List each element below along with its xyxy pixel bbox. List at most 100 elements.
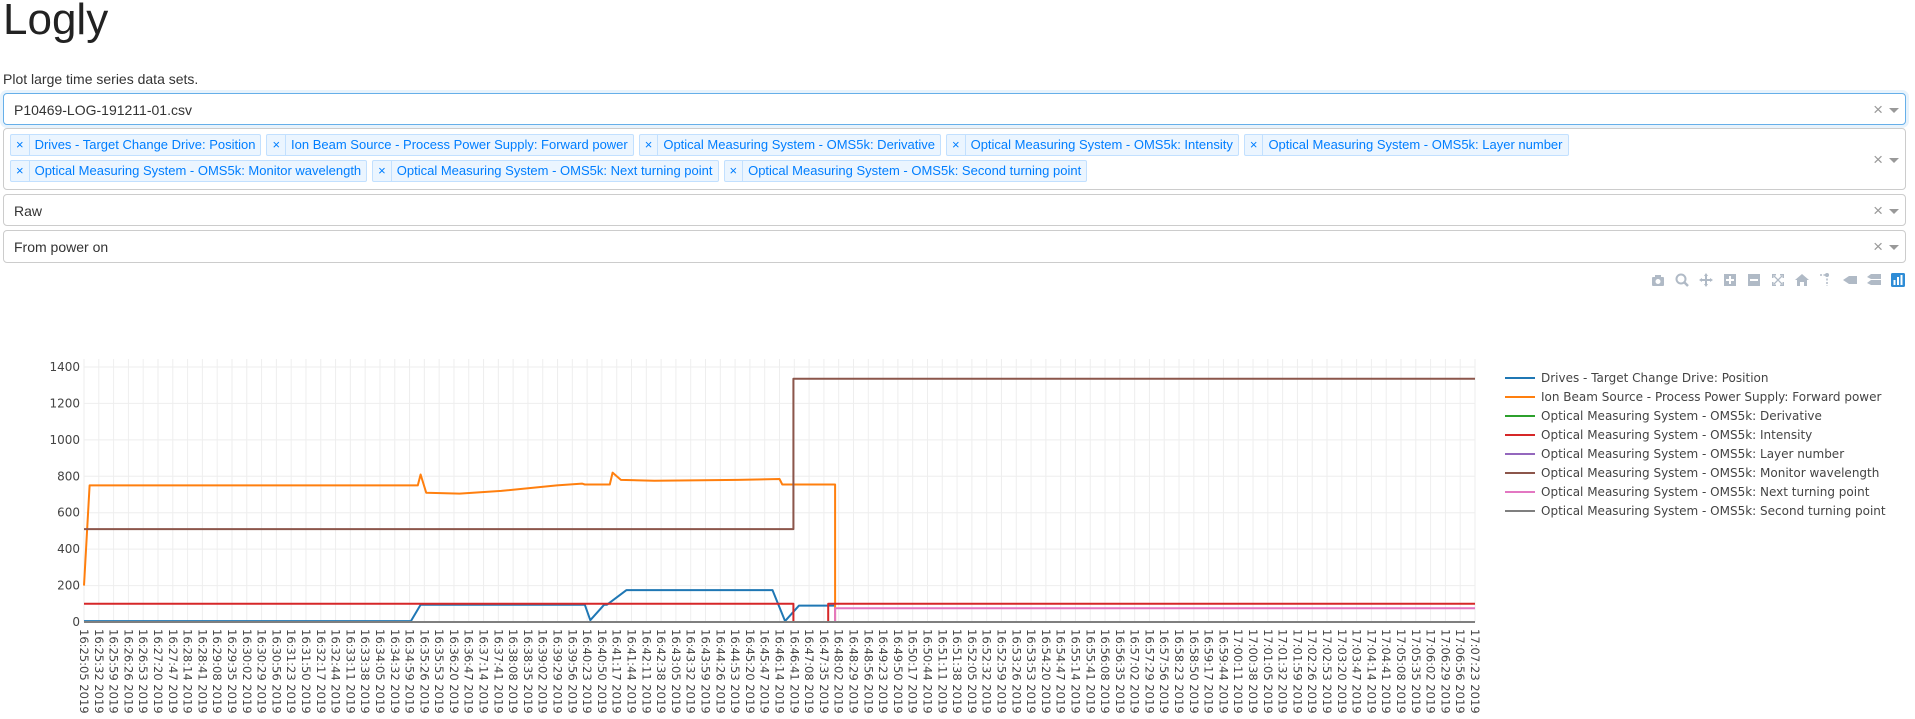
chip-remove-icon[interactable]: × xyxy=(11,135,30,155)
x-tick-label: 17:07:23 2019 xyxy=(1468,629,1482,714)
x-tick-label: 16:45:47 2019 xyxy=(758,629,772,714)
legend-label: Optical Measuring System - OMS5k: Deriva… xyxy=(1541,408,1822,423)
time-series-chart[interactable]: 020040060080010001200140016:25:05 2019 16… xyxy=(0,345,1490,719)
legend-item[interactable]: Optical Measuring System - OMS5k: Layer … xyxy=(1505,444,1886,463)
legend-swatch xyxy=(1505,395,1535,398)
plotly-logo-icon[interactable] xyxy=(1889,271,1907,289)
zoom-out-icon[interactable] xyxy=(1745,271,1763,289)
x-tick-label: 16:52:59 2019 xyxy=(994,629,1008,714)
camera-icon[interactable] xyxy=(1649,271,1667,289)
x-tick-label: 17:06:02 2019 xyxy=(1424,629,1438,714)
x-tick-label: 16:26:53 2019 xyxy=(136,629,150,714)
legend-label: Optical Measuring System - OMS5k: Next t… xyxy=(1541,484,1870,499)
x-tick-label: 16:57:02 2019 xyxy=(1128,629,1142,714)
chart-legend: Drives - Target Change Drive: Position Io… xyxy=(1505,368,1886,520)
signal-chip: × Optical Measuring System - OMS5k: Deriv… xyxy=(638,134,941,156)
legend-label: Optical Measuring System - OMS5k: Monito… xyxy=(1541,465,1880,480)
hover-closest-icon[interactable] xyxy=(1841,271,1859,289)
x-tick-label: 16:31:50 2019 xyxy=(299,629,313,714)
zoom-in-icon[interactable] xyxy=(1721,271,1739,289)
file-select[interactable]: P10469-LOG-191211-01.csv × xyxy=(3,93,1906,125)
legend-swatch xyxy=(1505,376,1535,379)
zoom-icon[interactable] xyxy=(1673,271,1691,289)
clear-icon[interactable]: × xyxy=(1873,238,1883,255)
x-tick-label: 16:30:29 2019 xyxy=(255,629,269,714)
legend-swatch xyxy=(1505,490,1535,493)
x-tick-label: 17:02:53 2019 xyxy=(1320,629,1334,714)
spike-lines-icon[interactable] xyxy=(1817,271,1835,289)
clear-icon[interactable]: × xyxy=(1873,151,1883,168)
x-tick-label: 16:25:05 2019 xyxy=(77,629,91,714)
x-tick-label: 16:52:05 2019 xyxy=(965,629,979,714)
legend-item[interactable]: Ion Beam Source - Process Power Supply: … xyxy=(1505,387,1886,406)
series-line-1 xyxy=(84,589,836,623)
x-tick-label: 16:43:05 2019 xyxy=(669,629,683,714)
legend-label: Optical Measuring System - OMS5k: Layer … xyxy=(1541,446,1845,461)
x-tick-label: 16:37:41 2019 xyxy=(491,629,505,714)
x-tick-label: 17:01:32 2019 xyxy=(1276,629,1290,714)
time-reference-value: From power on xyxy=(14,239,109,255)
chip-label: Ion Beam Source - Process Power Supply: … xyxy=(291,137,628,152)
legend-item[interactable]: Optical Measuring System - OMS5k: Deriva… xyxy=(1505,406,1886,425)
chip-remove-icon[interactable]: × xyxy=(11,161,30,181)
plot-modebar xyxy=(1649,271,1907,289)
legend-swatch xyxy=(1505,433,1535,436)
signal-multiselect[interactable]: × Drives - Target Change Drive: Position ×… xyxy=(3,128,1906,190)
legend-label: Optical Measuring System - OMS5k: Second… xyxy=(1541,503,1886,518)
autoscale-icon[interactable] xyxy=(1769,271,1787,289)
legend-label: Drives - Target Change Drive: Position xyxy=(1541,370,1769,385)
clear-icon[interactable]: × xyxy=(1873,202,1883,219)
y-tick-label: 1400 xyxy=(49,360,80,374)
legend-item[interactable]: Drives - Target Change Drive: Position xyxy=(1505,368,1886,387)
x-tick-label: 16:40:23 2019 xyxy=(580,629,594,714)
chip-remove-icon[interactable]: × xyxy=(373,161,392,181)
x-tick-label: 16:54:20 2019 xyxy=(1039,629,1053,714)
x-tick-label: 16:57:29 2019 xyxy=(1142,629,1156,714)
chevron-down-icon[interactable] xyxy=(1889,245,1899,250)
chip-remove-icon[interactable]: × xyxy=(267,135,287,155)
pan-icon[interactable] xyxy=(1697,271,1715,289)
x-tick-label: 16:34:05 2019 xyxy=(373,629,387,714)
time-reference-select[interactable]: From power on × xyxy=(3,230,1906,263)
home-icon[interactable] xyxy=(1793,271,1811,289)
legend-item[interactable]: Optical Measuring System - OMS5k: Next t… xyxy=(1505,482,1886,501)
legend-item[interactable]: Optical Measuring System - OMS5k: Intens… xyxy=(1505,425,1886,444)
legend-label: Optical Measuring System - OMS5k: Intens… xyxy=(1541,427,1813,442)
x-tick-label: 17:06:29 2019 xyxy=(1438,629,1452,714)
legend-swatch xyxy=(1505,471,1535,474)
x-tick-label: 16:46:14 2019 xyxy=(773,629,787,714)
signal-chip: × Optical Measuring System - OMS5k: Layer… xyxy=(1243,134,1569,156)
x-tick-label: 16:44:53 2019 xyxy=(728,629,742,714)
chip-remove-icon[interactable]: × xyxy=(1245,135,1264,155)
x-tick-label: 16:41:17 2019 xyxy=(610,629,624,714)
x-tick-label: 16:28:41 2019 xyxy=(195,629,209,714)
chip-label: Optical Measuring System - OMS5k: Deriva… xyxy=(663,137,935,152)
mode-select-value: Raw xyxy=(14,203,43,219)
x-tick-label: 17:03:20 2019 xyxy=(1335,629,1349,714)
chip-remove-icon[interactable]: × xyxy=(725,161,744,181)
chip-label: Optical Measuring System - OMS5k: Monito… xyxy=(34,163,362,178)
chip-remove-icon[interactable]: × xyxy=(947,135,966,155)
chevron-down-icon[interactable] xyxy=(1889,108,1899,113)
chevron-down-icon[interactable] xyxy=(1889,158,1899,163)
legend-item[interactable]: Optical Measuring System - OMS5k: Second… xyxy=(1505,501,1886,520)
x-tick-label: 16:51:38 2019 xyxy=(950,629,964,714)
x-tick-label: 16:43:32 2019 xyxy=(684,629,698,714)
x-tick-label: 16:36:20 2019 xyxy=(447,629,461,714)
x-tick-label: 16:39:02 2019 xyxy=(536,629,550,714)
clear-icon[interactable]: × xyxy=(1873,101,1883,118)
mode-select[interactable]: Raw × xyxy=(3,194,1906,226)
chevron-down-icon[interactable] xyxy=(1889,209,1899,214)
x-tick-label: 17:01:05 2019 xyxy=(1261,629,1275,714)
x-tick-label: 16:35:26 2019 xyxy=(417,629,431,714)
x-tick-label: 16:52:32 2019 xyxy=(980,629,994,714)
x-tick-label: 16:32:17 2019 xyxy=(314,629,328,714)
legend-item[interactable]: Optical Measuring System - OMS5k: Monito… xyxy=(1505,463,1886,482)
x-tick-label: 16:39:56 2019 xyxy=(565,629,579,714)
hover-compare-icon[interactable] xyxy=(1865,271,1883,289)
legend-label: Ion Beam Source - Process Power Supply: … xyxy=(1541,389,1882,404)
page-subtitle: Plot large time series data sets. xyxy=(3,71,199,87)
x-tick-label: 16:49:23 2019 xyxy=(876,629,890,714)
x-tick-label: 17:05:35 2019 xyxy=(1409,629,1423,714)
chip-remove-icon[interactable]: × xyxy=(640,135,659,155)
